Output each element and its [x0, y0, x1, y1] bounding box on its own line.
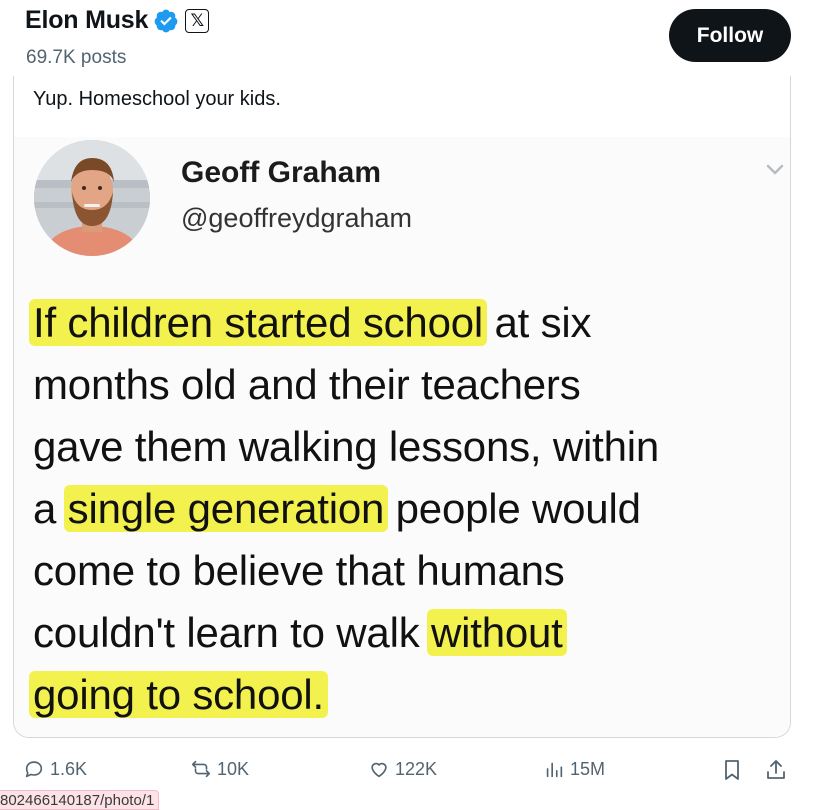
quote-line: going to school. — [29, 664, 789, 726]
like-count: 122K — [395, 758, 438, 779]
repost-icon — [191, 760, 211, 778]
status-bar-url: 802466140187/photo/1 — [0, 790, 160, 810]
quote-text-segment: months old and their teachers — [33, 361, 581, 408]
view-count: 15M — [570, 758, 606, 779]
post-count: 69.7K posts — [26, 47, 127, 68]
quote-text-segment: couldn't learn to walk — [33, 609, 431, 656]
bookmark-button[interactable] — [720, 758, 744, 787]
reply-button[interactable]: 1.6K — [23, 758, 87, 780]
profile-name-row: Elon Musk 𝕏 — [25, 6, 210, 35]
chevron-down-icon — [766, 164, 784, 175]
highlighted-text: without — [426, 609, 567, 656]
quote-text-segment: come to believe that humans — [33, 547, 565, 594]
x-affiliation-icon: 𝕏 — [185, 8, 210, 33]
highlighted-text: If children started school — [29, 299, 488, 346]
profile-name[interactable]: Elon Musk — [25, 6, 148, 35]
quote-text-segment: people would — [384, 485, 641, 532]
post-text: Yup. Homeschool your kids. — [33, 88, 281, 110]
image-author-handle: @geoffreydgraham — [181, 203, 413, 233]
quote-line: months old and their teachers — [33, 354, 789, 416]
quote-line: gave them walking lessons, within — [33, 416, 789, 478]
bookmark-icon — [725, 760, 739, 780]
image-author-avatar — [34, 140, 150, 256]
like-button[interactable]: 122K — [368, 758, 437, 780]
share-icon — [767, 760, 785, 779]
quote-line: If children started school at six — [29, 292, 789, 354]
views-button[interactable]: 15M — [543, 758, 605, 780]
profile-header: Elon Musk 𝕏 69.7K posts Follow — [0, 0, 833, 76]
quote-text-segment: gave them walking lessons, within — [33, 423, 660, 470]
post-card[interactable]: Yup. Homeschool your kids. Geoff Graham … — [13, 70, 791, 738]
quote-text-segment: at six — [483, 299, 592, 346]
image-author-name: Geoff Graham — [181, 156, 382, 189]
reply-count: 1.6K — [50, 758, 88, 779]
quote-line: come to believe that humans — [33, 540, 789, 602]
highlighted-text: single generation — [63, 485, 389, 532]
repost-button[interactable]: 10K — [190, 758, 249, 780]
avatar-photo-icon — [34, 140, 150, 256]
image-quote-text: If children started school at six months … — [29, 292, 789, 726]
like-icon — [371, 762, 387, 778]
views-icon — [546, 762, 563, 778]
highlighted-text: going to school. — [29, 671, 329, 718]
repost-count: 10K — [217, 758, 250, 779]
reply-icon — [25, 761, 43, 778]
share-button[interactable] — [764, 758, 788, 787]
quote-line: couldn't learn to walk without — [33, 602, 789, 664]
quote-line: a single generation people would — [33, 478, 789, 540]
follow-button[interactable]: Follow — [669, 9, 791, 62]
verified-badge-icon — [154, 9, 178, 32]
quote-text-segment: a — [33, 485, 68, 532]
post-image[interactable]: Geoff Graham @geoffreydgraham If childre… — [14, 137, 790, 737]
